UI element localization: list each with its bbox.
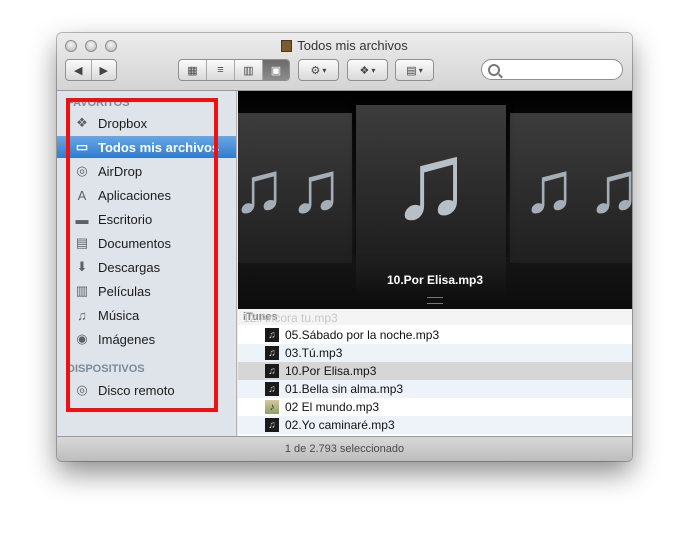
cover-card[interactable]: ♫	[280, 113, 352, 263]
file-name: 03.Tú.mp3	[285, 346, 343, 360]
icon-view-button[interactable]: ▦	[179, 60, 207, 80]
action-menu[interactable]: ⚙ ▾	[298, 59, 339, 81]
file-name: 02 El mundo.mp3	[285, 400, 380, 414]
file-list: iTunes 12.Ancora tu.mp3 ♫ 05.Sábado por …	[238, 309, 632, 436]
search-icon	[488, 64, 500, 76]
forward-button[interactable]: ▶	[92, 60, 117, 80]
dropbox-icon: ❖	[359, 64, 370, 77]
group-header: iTunes 12.Ancora tu.mp3	[238, 309, 632, 325]
chevron-down-icon: ▾	[322, 65, 327, 75]
arrange-menu[interactable]: ▤ ▾	[395, 59, 434, 81]
audio-file-icon: ♫	[265, 382, 279, 396]
cover-card[interactable]: ♫	[510, 113, 588, 263]
music-note-icon: ♫	[289, 148, 343, 228]
column-view-icon: ▥	[243, 64, 254, 77]
file-name: 10.Por Elisa.mp3	[285, 364, 377, 378]
folder-icon	[281, 40, 293, 52]
arrange-icon: ▤	[406, 64, 417, 77]
column-view-button[interactable]: ▥	[235, 60, 263, 80]
back-button[interactable]: ◀	[66, 60, 92, 80]
file-name: 05.Sábado por la noche.mp3	[285, 328, 440, 342]
dropbox-menu[interactable]: ❖ ▾	[347, 59, 388, 81]
table-row[interactable]: ♫ 01.Bella sin alma.mp3	[238, 380, 632, 398]
status-bar: 1 de 2.793 seleccionado	[57, 436, 632, 461]
album-art-icon: ♪	[265, 400, 279, 414]
nav-buttons: ◀ ▶	[65, 59, 117, 81]
table-row[interactable]: ♫ 05.Sábado por la noche.mp3	[238, 326, 632, 344]
cover-card-selected[interactable]: ♫	[356, 105, 506, 255]
resize-grip-icon[interactable]	[427, 297, 443, 304]
icon-view-icon: ▦	[187, 64, 198, 77]
coverflow-view-icon: ▣	[270, 64, 282, 77]
file-name: 02.Yo caminaré.mp3	[285, 418, 395, 432]
coverflow-caption: 10.Por Elisa.mp3	[386, 273, 484, 287]
coverflow-view-button[interactable]: ▣	[263, 60, 289, 80]
gear-icon: ⚙	[310, 64, 321, 77]
forward-arrow-icon: ▶	[99, 64, 108, 77]
chevron-down-icon: ▾	[371, 65, 376, 75]
file-name: 01.Bella sin alma.mp3	[285, 382, 404, 396]
music-note-icon: ♫	[390, 119, 472, 241]
back-arrow-icon: ◀	[74, 64, 83, 77]
table-row[interactable]: ♪ 02 El mundo.mp3	[238, 398, 632, 416]
audio-file-icon: ♫	[265, 418, 279, 432]
audio-file-icon: ♫	[265, 364, 279, 378]
titlebar: Todos mis archivos ◀ ▶ ▦ ≡ ▥ ▣ ⚙ ▾ ❖ ▾ ▤ ▾	[57, 33, 632, 91]
table-row[interactable]: ♫ 02.Yo caminaré.mp3	[238, 416, 632, 434]
music-note-icon: ♫	[522, 148, 576, 228]
view-switcher: ▦ ≡ ▥ ▣	[178, 59, 290, 81]
music-note-icon: ♫	[238, 148, 286, 228]
audio-file-icon: ♫	[265, 328, 279, 342]
window-title: Todos mis archivos	[57, 38, 632, 53]
list-view-icon: ≡	[217, 64, 224, 76]
search-input[interactable]	[481, 59, 623, 80]
audio-file-icon: ♫	[265, 346, 279, 360]
list-view-button[interactable]: ≡	[207, 60, 235, 80]
cover-card[interactable]: ♫	[584, 113, 632, 263]
table-row[interactable]: ♫ 03.Tú.mp3	[238, 344, 632, 362]
list-item[interactable]: 12.Ancora tu.mp3	[243, 311, 338, 325]
coverflow-view[interactable]: ♫ ♫ ♫ ♫ ♫ 10.Por Elisa.mp3	[238, 91, 632, 309]
highlight-annotation	[66, 98, 218, 412]
table-row-selected[interactable]: ♫ 10.Por Elisa.mp3	[238, 362, 632, 380]
chevron-down-icon: ▾	[418, 65, 423, 75]
music-note-icon: ♫	[587, 148, 632, 228]
